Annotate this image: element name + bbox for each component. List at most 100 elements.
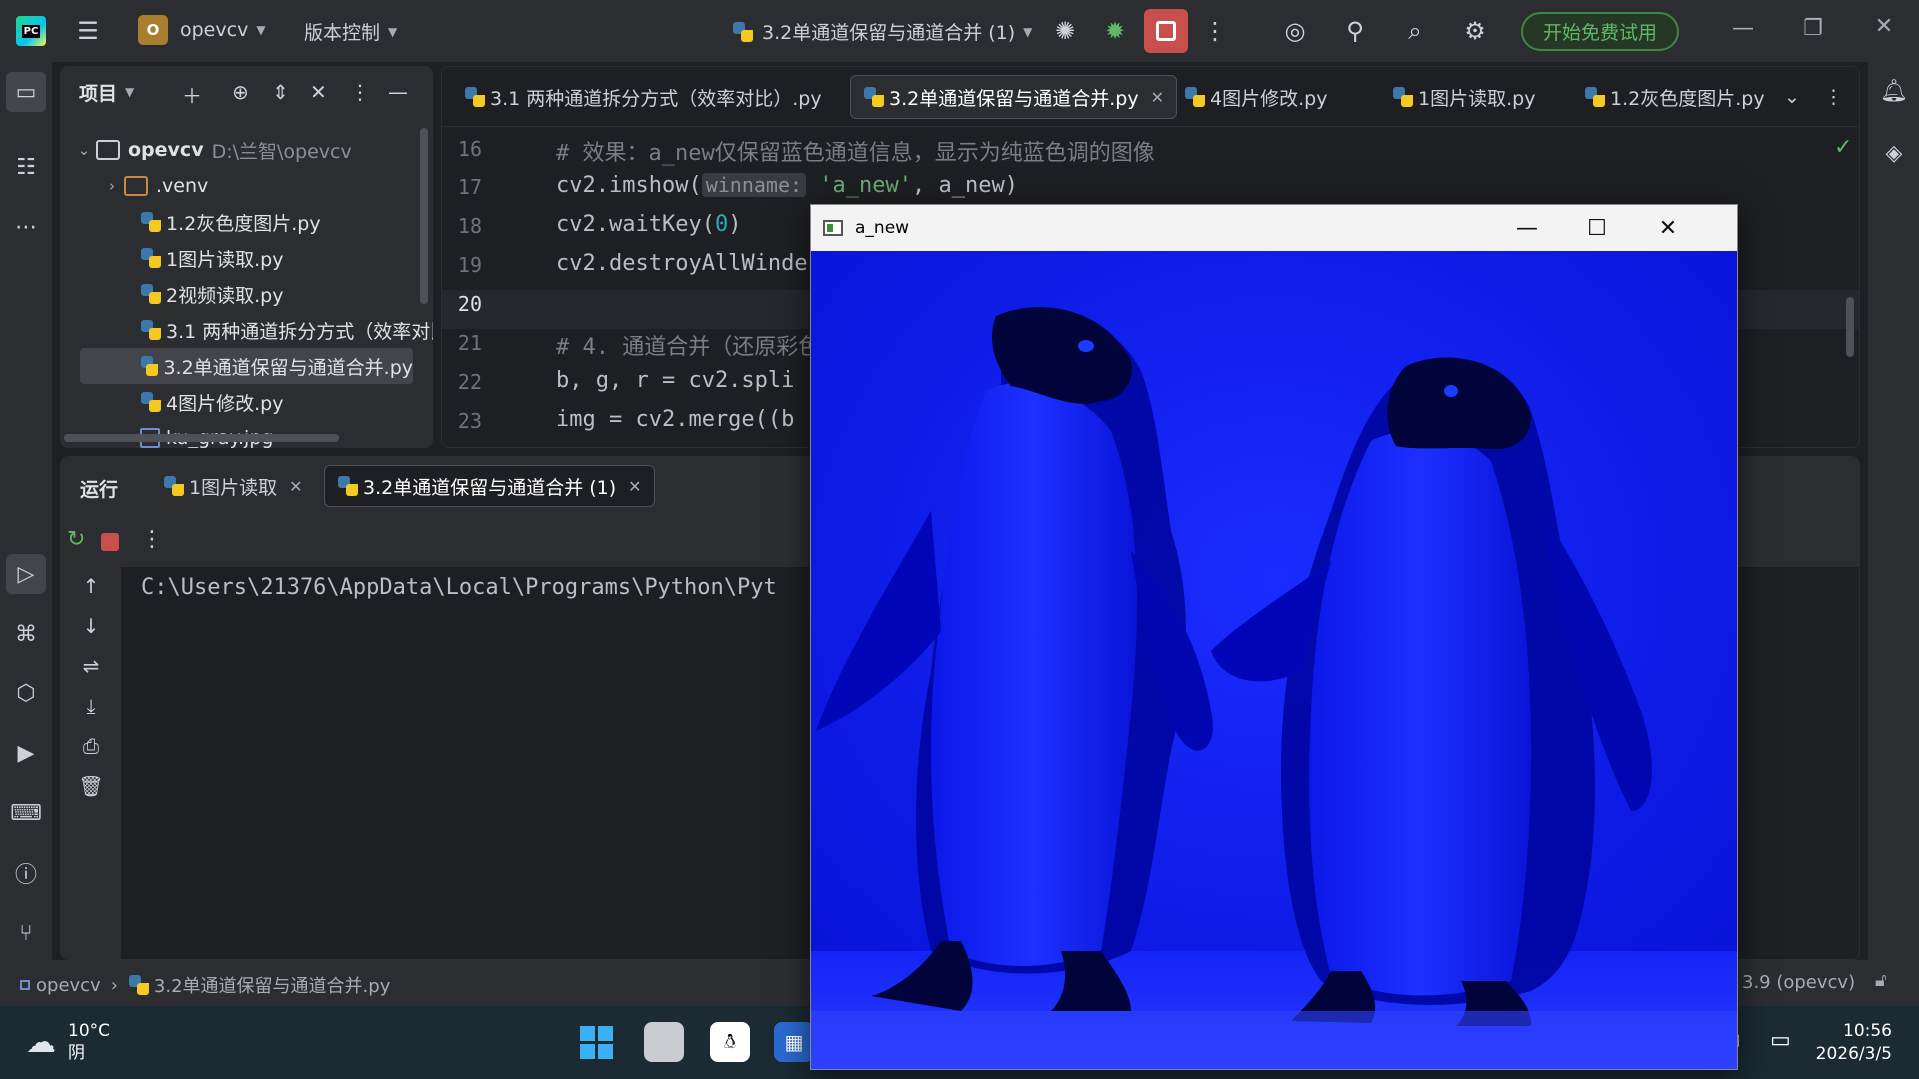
- editor-tab[interactable]: 1.2灰色度图片.py: [1572, 75, 1777, 119]
- tree-item-file[interactable]: 2视频读取.py: [140, 276, 283, 312]
- stop-button[interactable]: [1144, 9, 1188, 53]
- free-trial-button[interactable]: 开始免费试用: [1521, 12, 1680, 51]
- terminal-icon[interactable]: ⌨: [10, 798, 42, 828]
- horizontal-scrollbar[interactable]: [64, 434, 339, 442]
- chevron-down-icon[interactable]: ▼: [125, 85, 134, 99]
- run-icon[interactable]: ▷: [6, 554, 46, 594]
- battery-icon[interactable]: ▭: [1770, 1028, 1791, 1053]
- trash-icon[interactable]: 🗑︎: [76, 771, 106, 801]
- code-line[interactable]: cv2.destroyAllWinde: [556, 251, 808, 276]
- clock[interactable]: 10:56 2026/3/5: [1812, 1020, 1892, 1066]
- ai-chat-icon[interactable]: ◈: [1879, 138, 1909, 168]
- task-view-icon[interactable]: [644, 1022, 684, 1062]
- project-selector[interactable]: O opevcv ▼: [138, 15, 266, 45]
- chevron-down-icon: ▼: [256, 23, 266, 37]
- debug-icon[interactable]: ✹: [1100, 16, 1130, 46]
- code-line[interactable]: # 效果：a_new仅保留蓝色通道信息，显示为纯蓝色调的图像: [556, 135, 1155, 167]
- more-tools-icon[interactable]: ⋯: [11, 212, 41, 242]
- breadcrumb-file[interactable]: 3.2单通道保留与通道合并.py: [154, 972, 390, 998]
- editor-scrollbar[interactable]: [1846, 297, 1854, 357]
- python-packages-icon[interactable]: ⬡: [11, 678, 41, 708]
- interpreter-label[interactable]: 3.9 (opevcv): [1742, 972, 1855, 993]
- run-tab[interactable]: 1图片读取 ✕: [151, 465, 315, 507]
- project-name: opevcv: [180, 19, 249, 41]
- tab-more-icon[interactable]: ⋮: [1812, 75, 1855, 119]
- vcs-selector[interactable]: 版本控制 ▼: [304, 18, 397, 45]
- store-icon[interactable]: ▦: [774, 1022, 814, 1062]
- code-line[interactable]: cv2.imshow(winname: 'a_new', a_new): [556, 173, 1018, 198]
- tree-item-venv[interactable]: › .venv: [100, 168, 208, 204]
- add-user-icon[interactable]: ⚲: [1340, 16, 1370, 46]
- tree-item-file[interactable]: 3.1 两种通道拆分方式（效率对比: [140, 312, 433, 348]
- tree-item-file-selected[interactable]: 3.2单通道保留与通道合并.py: [80, 348, 413, 384]
- close-tab-icon[interactable]: ✕: [628, 477, 641, 496]
- options-icon[interactable]: ⋮: [350, 80, 370, 104]
- tab-list-chevron-icon[interactable]: ⌄: [1772, 75, 1812, 119]
- structure-icon[interactable]: ☷: [11, 152, 41, 182]
- more-options-icon[interactable]: ⋮: [141, 527, 163, 552]
- arrow-down-icon[interactable]: ↓: [76, 611, 106, 641]
- tree-root[interactable]: ⌄ opevcv D:\兰智\opevcv: [72, 132, 352, 168]
- editor-tab[interactable]: 4图片修改.py: [1172, 75, 1339, 119]
- more-actions-icon[interactable]: ⋮: [1200, 16, 1230, 46]
- notifications-bell-icon[interactable]: 🔔︎: [1879, 76, 1909, 106]
- project-folder-icon[interactable]: ▭: [6, 72, 46, 112]
- git-icon[interactable]: ⑂: [11, 918, 41, 948]
- code-line[interactable]: b, g, r = cv2.spli: [556, 368, 794, 393]
- code-line[interactable]: cv2.waitKey(0): [556, 212, 741, 237]
- weather-widget[interactable]: ☁ 10°C 阴: [26, 1020, 110, 1064]
- image-window-titlebar[interactable]: a_new — ☐ ✕: [811, 205, 1737, 251]
- search-icon[interactable]: ⌕: [1400, 16, 1430, 46]
- close-tab-icon[interactable]: ✕: [1151, 88, 1164, 107]
- line-number: 23: [457, 409, 482, 433]
- tree-item-file[interactable]: 4图片修改.py: [140, 384, 283, 420]
- run-tab-active[interactable]: 3.2单通道保留与通道合并 (1) ✕: [324, 465, 655, 507]
- services-icon[interactable]: ▶: [11, 738, 41, 768]
- print-icon[interactable]: ⎙: [76, 731, 106, 761]
- lock-icon[interactable]: 🔓︎: [1875, 970, 1887, 991]
- soft-wrap-icon[interactable]: ⇌: [76, 651, 106, 681]
- rerun-icon[interactable]: ↻: [67, 527, 85, 552]
- code-line[interactable]: # 4. 通道合并（还原彩色: [556, 329, 820, 361]
- problems-icon[interactable]: ⓘ: [11, 858, 41, 888]
- no-problems-check-icon[interactable]: ✓: [1834, 135, 1852, 160]
- locate-icon[interactable]: ⊕: [232, 80, 249, 104]
- qq-icon[interactable]: 🐧︎: [710, 1022, 750, 1062]
- tree-item-file[interactable]: 1图片读取.py: [140, 240, 283, 276]
- windows-start-icon[interactable]: [576, 1022, 616, 1062]
- run-config-selector[interactable]: 3.2单通道保留与通道合并 (1) ▼: [732, 18, 1032, 45]
- add-icon[interactable]: ＋: [182, 80, 202, 109]
- opencv-image-window[interactable]: a_new — ☐ ✕: [810, 204, 1738, 1070]
- project-panel-title[interactable]: 项目: [79, 79, 117, 106]
- code-line[interactable]: img = cv2.merge((b: [556, 407, 794, 432]
- close-tab-icon[interactable]: ✕: [289, 477, 302, 496]
- arrow-up-icon[interactable]: ↑: [76, 571, 106, 601]
- collapse-all-icon[interactable]: ✕: [310, 80, 327, 104]
- tree-item-file[interactable]: 1.2灰色度图片.py: [140, 204, 321, 240]
- run-config-label: 3.2单通道保留与通道合并 (1): [762, 22, 1016, 44]
- close-button[interactable]: ✕: [1849, 14, 1919, 39]
- editor-tab[interactable]: 3.1 两种通道拆分方式（效率对比）.py: [452, 75, 834, 119]
- scroll-to-end-icon[interactable]: ⤓: [76, 691, 106, 721]
- python-file-icon: [140, 355, 159, 377]
- python-console-icon[interactable]: ⌘: [11, 619, 41, 649]
- project-badge: O: [138, 15, 168, 45]
- ai-assistant-icon[interactable]: ◎: [1280, 16, 1310, 46]
- vertical-scrollbar[interactable]: [420, 128, 428, 304]
- image-minimize-button[interactable]: —: [1492, 205, 1562, 251]
- expand-all-icon[interactable]: ⇕: [272, 80, 289, 104]
- editor-tab-active[interactable]: 3.2单通道保留与通道合并.py ✕: [850, 75, 1177, 119]
- minimize-button[interactable]: —: [1708, 16, 1778, 41]
- title-bar: PC ☰ O opevcv ▼ 版本控制 ▼ 3.2单通道保留与通道合并 (1)…: [0, 0, 1919, 62]
- settings-gear-icon[interactable]: ⚙: [1460, 16, 1490, 46]
- main-menu-icon[interactable]: ☰: [72, 16, 104, 46]
- editor-tab[interactable]: 1图片读取.py: [1380, 75, 1547, 119]
- restore-button[interactable]: ❐: [1778, 16, 1848, 41]
- hide-panel-icon[interactable]: —: [388, 80, 408, 104]
- right-tool-stripe: 🔔︎ ◈: [1868, 62, 1919, 1006]
- breadcrumb-project[interactable]: opevcv: [36, 975, 101, 996]
- image-close-button[interactable]: ✕: [1633, 205, 1703, 251]
- line-number: 17: [457, 175, 482, 199]
- stop-run-icon[interactable]: [101, 533, 119, 551]
- image-maximize-button[interactable]: ☐: [1562, 205, 1632, 251]
